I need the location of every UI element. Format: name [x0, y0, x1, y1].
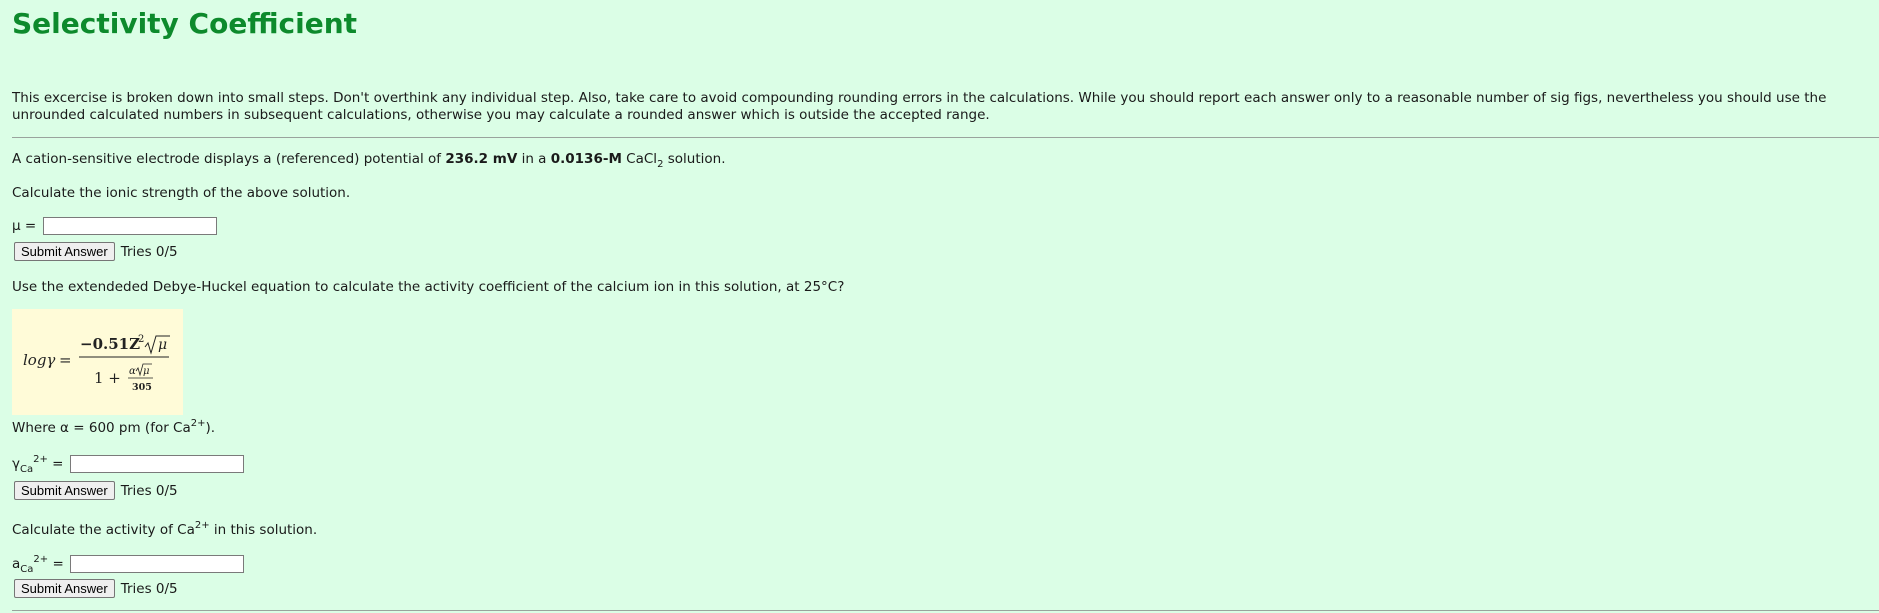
q2-input-row: γCa2+ =	[12, 454, 244, 475]
gamma-symbol: γ	[12, 456, 20, 472]
formula-equals: =	[59, 351, 72, 369]
alpha-note-text: Where α = 600 pm (for Ca	[12, 420, 191, 436]
q3-tries: Tries 0/5	[120, 580, 178, 597]
q3-prompt: Calculate the activity of Ca2+ in this s…	[12, 520, 318, 539]
potential-value: 236.2 mV	[445, 151, 518, 167]
formula-lhs: logγ	[23, 351, 55, 369]
activity-coefficient-input[interactable]	[69, 455, 244, 473]
formula-sqrt-arg: μ	[158, 337, 167, 353]
page: Selectivity Coefficient This excercise i…	[0, 0, 1879, 613]
intro-text: This excercise is broken down into small…	[12, 90, 1827, 123]
q2-submit-row: Submit Answer Tries 0/5	[14, 481, 178, 500]
q2-submit-button[interactable]: Submit Answer	[14, 481, 115, 500]
page-title: Selectivity Coefficient	[12, 7, 358, 40]
ionic-strength-input[interactable]	[42, 217, 217, 235]
q3-prompt-charge: 2+	[194, 520, 210, 531]
problem-mid: in a	[517, 151, 551, 167]
formula-den-sqrt-arg: μ	[143, 366, 150, 377]
q3-input-row: aCa2+ =	[12, 554, 245, 575]
q3-submit-button[interactable]: Submit Answer	[14, 579, 115, 598]
activity-charge: 2+	[33, 554, 49, 565]
alpha-note: Where α = 600 pm (for Ca2+).	[12, 418, 216, 437]
q1-input-row: μ =	[12, 217, 217, 235]
problem-prefix: A cation-sensitive electrode displays a …	[12, 151, 446, 167]
q3-prompt-text: Calculate the activity of Ca	[12, 522, 195, 538]
salt-formula: CaCl	[621, 151, 658, 167]
alpha-note-suffix: ).	[205, 420, 216, 436]
gamma-label: γCa2+ =	[12, 454, 64, 475]
q2-prompt: Use the extendeded Debye-Huckel equation…	[12, 279, 845, 295]
alpha-note-charge: 2+	[190, 418, 206, 429]
gamma-equals: =	[47, 456, 64, 472]
mu-label: μ =	[12, 218, 37, 234]
activity-label: aCa2+ =	[12, 554, 64, 575]
formula-numerator: −0.51Z	[80, 335, 140, 353]
q3-prompt-suffix: in this solution.	[209, 522, 318, 538]
debye-huckel-formula: logγ = −0.51Z 2 μ 1 + α μ 305	[12, 309, 183, 415]
formula-alpha: α	[129, 366, 136, 377]
q1-prompt: Calculate the ionic strength of the abov…	[12, 185, 351, 201]
problem-suffix: solution.	[663, 151, 726, 167]
q1-submit-button[interactable]: Submit Answer	[14, 242, 115, 261]
activity-subscript: Ca	[20, 564, 34, 575]
concentration-value: 0.0136-M	[550, 151, 622, 167]
activity-equals: =	[48, 556, 64, 572]
q3-submit-row: Submit Answer Tries 0/5	[14, 579, 178, 598]
bottom-divider	[12, 610, 1879, 611]
q1-submit-row: Submit Answer Tries 0/5	[14, 242, 178, 261]
formula-den-value: 305	[132, 382, 152, 393]
problem-statement: A cation-sensitive electrode displays a …	[12, 151, 726, 170]
formula-one-plus: 1 +	[94, 369, 121, 387]
divider	[12, 137, 1879, 138]
q2-tries: Tries 0/5	[120, 482, 178, 499]
gamma-charge: 2+	[33, 454, 48, 465]
q1-tries: Tries 0/5	[120, 243, 178, 260]
formula-graphic: logγ = −0.51Z 2 μ 1 + α μ 305	[23, 334, 170, 393]
formula-num-exponent: 2	[138, 334, 144, 345]
gamma-subscript: Ca	[20, 464, 34, 475]
calcium-activity-input[interactable]	[70, 555, 245, 573]
